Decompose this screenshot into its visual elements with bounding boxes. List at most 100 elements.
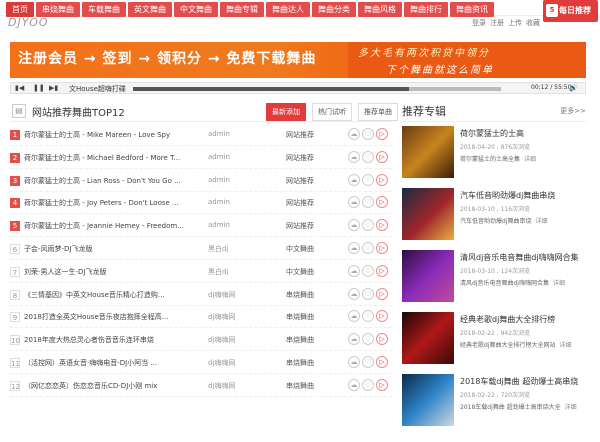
heart-icon[interactable]: ♡ (362, 128, 374, 140)
cloud-download-icon[interactable]: ☁ (348, 378, 360, 391)
song-row[interactable]: 8 《三情基因》中英文House音乐精心打造购... dj嗨嗨网 串烧舞曲 ☁ ♡ ▷ (10, 284, 392, 306)
song-row[interactable]: 7 刘荣-男人这一生-DJ飞龙版 黑白dj 中文舞曲 ☁ ♡ ▷ (10, 261, 392, 283)
nav-item[interactable]: 舞曲专辑 (220, 2, 264, 17)
song-row[interactable]: 4 荷尔蒙猛士的士高 - Joy Peters - Don't Loose ...… (10, 192, 392, 215)
nav-item[interactable]: 首页 (6, 2, 34, 17)
nav-item[interactable]: 舞曲达人 (266, 2, 310, 17)
play-icon[interactable]: ▷ (376, 196, 388, 209)
album-card[interactable]: 清风dj音乐电音舞曲dj嗨嗨网合集 2018-03-10 , 124次浏览 清风dj… (402, 250, 588, 308)
play-icon[interactable]: ▷ (376, 356, 388, 368)
cloud-download-icon[interactable]: ☁ (348, 264, 360, 277)
song-category[interactable]: 串烧舞曲 (286, 290, 314, 300)
play-icon[interactable]: ▷ (376, 219, 388, 232)
album-cover[interactable] (402, 126, 454, 178)
album-title[interactable]: 2018车载dj舞曲 超劲爆士高串烧 (460, 376, 578, 387)
album-detail-link[interactable]: 详细 (553, 280, 565, 287)
volume-icon[interactable]: 🔊 (569, 84, 578, 92)
album-detail-link[interactable]: 详细 (535, 218, 547, 225)
album-card[interactable]: 荷尔蒙猛士的士高 2018-04-20 , 876次浏览 荷尔蒙猛士的士高全集 详细 (402, 126, 588, 184)
user-link[interactable]: 上传 (508, 18, 522, 28)
site-logo[interactable]: DJYOO (8, 16, 49, 29)
album-title[interactable]: 荷尔蒙猛士的士高 (460, 128, 524, 139)
play-icon[interactable]: ▷ (376, 333, 388, 346)
song-category[interactable]: 串烧舞曲 (286, 358, 314, 368)
user-link[interactable]: 注册 (490, 18, 504, 28)
song-title[interactable]: 荷尔蒙猛士的士高 - Lian Ross - Don't You Go ... (24, 176, 184, 186)
album-title[interactable]: 经典老歌dj舞曲大全排行榜 (460, 314, 555, 325)
song-category[interactable]: 串烧舞曲 (286, 335, 314, 345)
song-row[interactable]: 12 （网亿恋恋英）伤恋恋音乐CD-DJ小刚 mix dj嗨嗨网 串烧舞曲 ☁ ♡ ▷ (10, 375, 392, 397)
album-card[interactable]: 经典老歌dj舞曲大全排行榜 2018-02-22 , 942次浏览 经典老歌dj舞曲… (402, 312, 588, 370)
play-icon[interactable]: ▷ (376, 173, 388, 186)
nav-item[interactable]: 舞曲排行 (404, 2, 448, 17)
heart-icon[interactable]: ♡ (362, 310, 374, 323)
heart-icon[interactable]: ♡ (362, 356, 374, 368)
album-cover[interactable] (402, 188, 454, 240)
song-row[interactable]: 10 2018年度大热总灵心者伤音音乐连环串烧 dj嗨嗨网 串烧舞曲 ☁ ♡ ▷ (10, 329, 392, 352)
cloud-download-icon[interactable]: ☁ (348, 128, 360, 140)
album-detail-link[interactable]: 详细 (565, 404, 577, 411)
album-card[interactable]: 汽车低音哟劲爆dj舞曲串烧 2018-03-10 , 116次浏览 汽车低音哟劲爆d… (402, 188, 588, 246)
album-cover[interactable] (402, 250, 454, 302)
cloud-download-icon[interactable]: ☁ (348, 242, 360, 254)
play-icon[interactable]: ▷ (376, 310, 388, 323)
nav-item[interactable]: 中文舞曲 (174, 2, 218, 17)
song-title[interactable]: 2018打造全英文House音乐夜店抱摔全程高... (24, 312, 184, 322)
song-category[interactable]: 网站推荐 (286, 176, 314, 186)
song-row[interactable]: 9 2018打造全英文House音乐夜店抱摔全程高... dj嗨嗨网 串烧舞曲 ☁ ♡ ▷ (10, 306, 392, 329)
play-icon[interactable]: ▷ (376, 287, 388, 300)
nav-item[interactable]: 舞曲风格 (358, 2, 402, 17)
album-detail-link[interactable]: 详细 (524, 156, 536, 163)
heart-icon[interactable]: ♡ (362, 219, 374, 232)
nav-item[interactable]: 舞曲分类 (312, 2, 356, 17)
list-tab[interactable]: 热门试听 (312, 103, 352, 121)
song-title[interactable]: 子会-风雨梦-DJ飞龙版 (24, 244, 184, 254)
play-icon[interactable]: ▷ (376, 264, 388, 277)
album-card[interactable]: 2018车载dj舞曲 超劲爆士高串烧 2018-02-22 , 720次浏览 201… (402, 374, 588, 432)
cloud-download-icon[interactable]: ☁ (348, 333, 360, 346)
album-cover[interactable] (402, 374, 454, 426)
heart-icon[interactable]: ♡ (362, 264, 374, 277)
cloud-download-icon[interactable]: ☁ (348, 173, 360, 186)
song-row[interactable]: 5 荷尔蒙猛士的士高 - Jeannie Hemey - Freedom... ad… (10, 215, 392, 238)
pause-icon[interactable]: ❚❚ (33, 84, 45, 92)
list-tab[interactable]: 最新添加 (266, 103, 306, 121)
album-cover[interactable] (402, 312, 454, 364)
cloud-download-icon[interactable]: ☁ (348, 219, 360, 232)
song-title[interactable]: （网亿恋恋英）伤恋恋音乐CD-DJ小刚 mix (24, 381, 184, 391)
nav-item[interactable]: 车载舞曲 (82, 2, 126, 17)
daily-recommend-button[interactable]: 5 每日推荐 (543, 0, 598, 22)
cloud-download-icon[interactable]: ☁ (348, 196, 360, 209)
play-icon[interactable]: ▷ (376, 128, 388, 140)
song-title[interactable]: 荷尔蒙猛士的士高 - Jeannie Hemey - Freedom... (24, 221, 184, 231)
album-detail-link[interactable]: 详细 (559, 342, 571, 349)
prev-icon[interactable]: ▮◀ (15, 84, 24, 92)
progress-track[interactable] (133, 87, 501, 91)
heart-icon[interactable]: ♡ (362, 196, 374, 209)
album-title[interactable]: 清风dj音乐电音舞曲dj嗨嗨网合集 (460, 252, 579, 263)
nav-item[interactable]: 串烧舞曲 (36, 2, 80, 17)
heart-icon[interactable]: ♡ (362, 150, 374, 163)
heart-icon[interactable]: ♡ (362, 242, 374, 254)
song-title[interactable]: 荷尔蒙猛士的士高 - Joy Peters - Don't Loose ... (24, 198, 184, 208)
heart-icon[interactable]: ♡ (362, 333, 374, 346)
play-icon[interactable]: ▷ (376, 242, 388, 254)
song-title[interactable]: 荷尔蒙猛士的士高 - Mike Mareen - Love Spy (24, 130, 184, 140)
play-icon[interactable]: ▷ (376, 150, 388, 163)
song-category[interactable]: 网站推荐 (286, 130, 314, 140)
song-category[interactable]: 中文舞曲 (286, 244, 314, 254)
more-link[interactable]: 更多>> (560, 106, 586, 116)
song-category[interactable]: 网站推荐 (286, 153, 314, 163)
cloud-download-icon[interactable]: ☁ (348, 356, 360, 368)
list-tab[interactable]: 推荐单曲 (358, 103, 398, 121)
next-icon[interactable]: ▶▮ (49, 84, 58, 92)
cloud-download-icon[interactable]: ☁ (348, 310, 360, 323)
promo-banner[interactable]: 注册会员 → 签到 → 领积分 → 免费下载舞曲 多大毛有两次积贷中领分 下个舞… (10, 42, 586, 78)
song-title[interactable]: 2018年度大热总灵心者伤音音乐连环串烧 (24, 335, 184, 345)
song-category[interactable]: 网站推荐 (286, 221, 314, 231)
heart-icon[interactable]: ♡ (362, 173, 374, 186)
heart-icon[interactable]: ♡ (362, 287, 374, 300)
cloud-download-icon[interactable]: ☁ (348, 287, 360, 300)
song-title[interactable]: 刘荣-男人这一生-DJ飞龙版 (24, 267, 184, 277)
song-row[interactable]: 2 荷尔蒙猛士的士高 - Michael Bedford - More T... a… (10, 147, 392, 169)
